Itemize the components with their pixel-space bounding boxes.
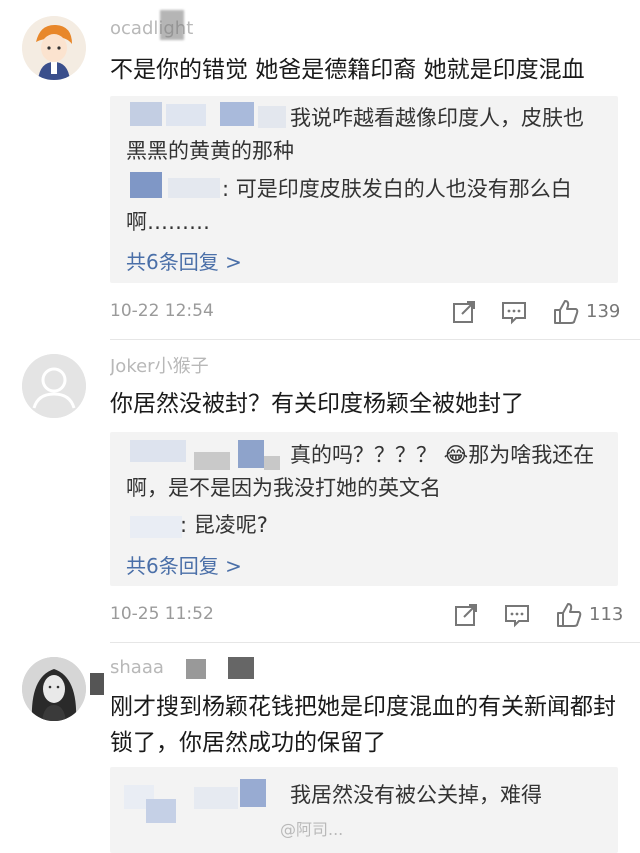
thumbs-up-icon[interactable] (552, 298, 580, 326)
avatar[interactable] (22, 657, 86, 721)
reply-2: : 昆凌呢? (180, 513, 268, 537)
reply-box: 我说咋越看越像印度人，皮肤也黑黑的黄黄的那种 : 可是印度皮肤发白的人也没有那么… (110, 96, 618, 283)
comment-body: 刚才搜到杨颖花钱把她是印度混血的有关新闻都封锁了，你居然成功的保留了 (110, 694, 616, 756)
partial-handle: @阿司... (280, 820, 344, 839)
comment-3: shaaa 刚才搜到杨颖花钱把她是印度混血的有关新闻都封锁了，你居然成功的保留了… (0, 643, 640, 853)
avatar[interactable] (22, 16, 86, 80)
reply-2: : 可是印度皮肤发白的人也没有那么白啊……… (126, 177, 572, 234)
comment-footer: 10-22 12:54 139 (110, 298, 628, 328)
username[interactable]: Joker小猴子 (110, 352, 209, 376)
share-icon[interactable] (450, 298, 478, 326)
share-icon[interactable] (452, 601, 480, 629)
comment-icon[interactable] (503, 601, 531, 629)
reply-1: 真的吗？？？？ 😂那为啥我还在啊，是不是因为我没打她的英文名 (126, 443, 595, 500)
timestamp: 10-22 12:54 (110, 301, 214, 321)
avatar[interactable] (22, 354, 86, 418)
more-replies-link[interactable]: 共6条回复 > (126, 550, 242, 579)
more-replies-link[interactable]: 共6条回复 > (126, 246, 242, 275)
comment-body: 你居然没被封？有关印度杨颖全被她封了 (110, 391, 524, 417)
comment-2: Joker小猴子 你居然没被封？有关印度杨颖全被她封了 真的吗？？？？ 😂那为啥… (0, 340, 640, 645)
timestamp: 10-25 11:52 (110, 604, 214, 624)
like-count: 139 (586, 301, 621, 322)
thumbs-up-icon[interactable] (555, 601, 583, 629)
comment-footer: 10-25 11:52 113 (110, 601, 628, 631)
reply-1: 我说咋越看越像印度人，皮肤也黑黑的黄黄的那种 (126, 106, 584, 163)
comment-icon[interactable] (500, 298, 528, 326)
username-mosaic (160, 10, 184, 40)
comment-body: 不是你的错觉 她爸是德籍印裔 她就是印度混血 (110, 57, 585, 83)
reply-box: 我居然没有被公关掉，难得 @阿司... (110, 767, 618, 853)
like-count: 113 (589, 604, 624, 625)
comment-1: ocadlight 不是你的错觉 她爸是德籍印裔 她就是印度混血 我说咋越看越像… (0, 0, 640, 345)
reply-1: 我居然没有被公关掉，难得 (290, 783, 542, 807)
reply-box: 真的吗？？？？ 😂那为啥我还在啊，是不是因为我没打她的英文名 : 昆凌呢? 共6… (110, 432, 618, 586)
